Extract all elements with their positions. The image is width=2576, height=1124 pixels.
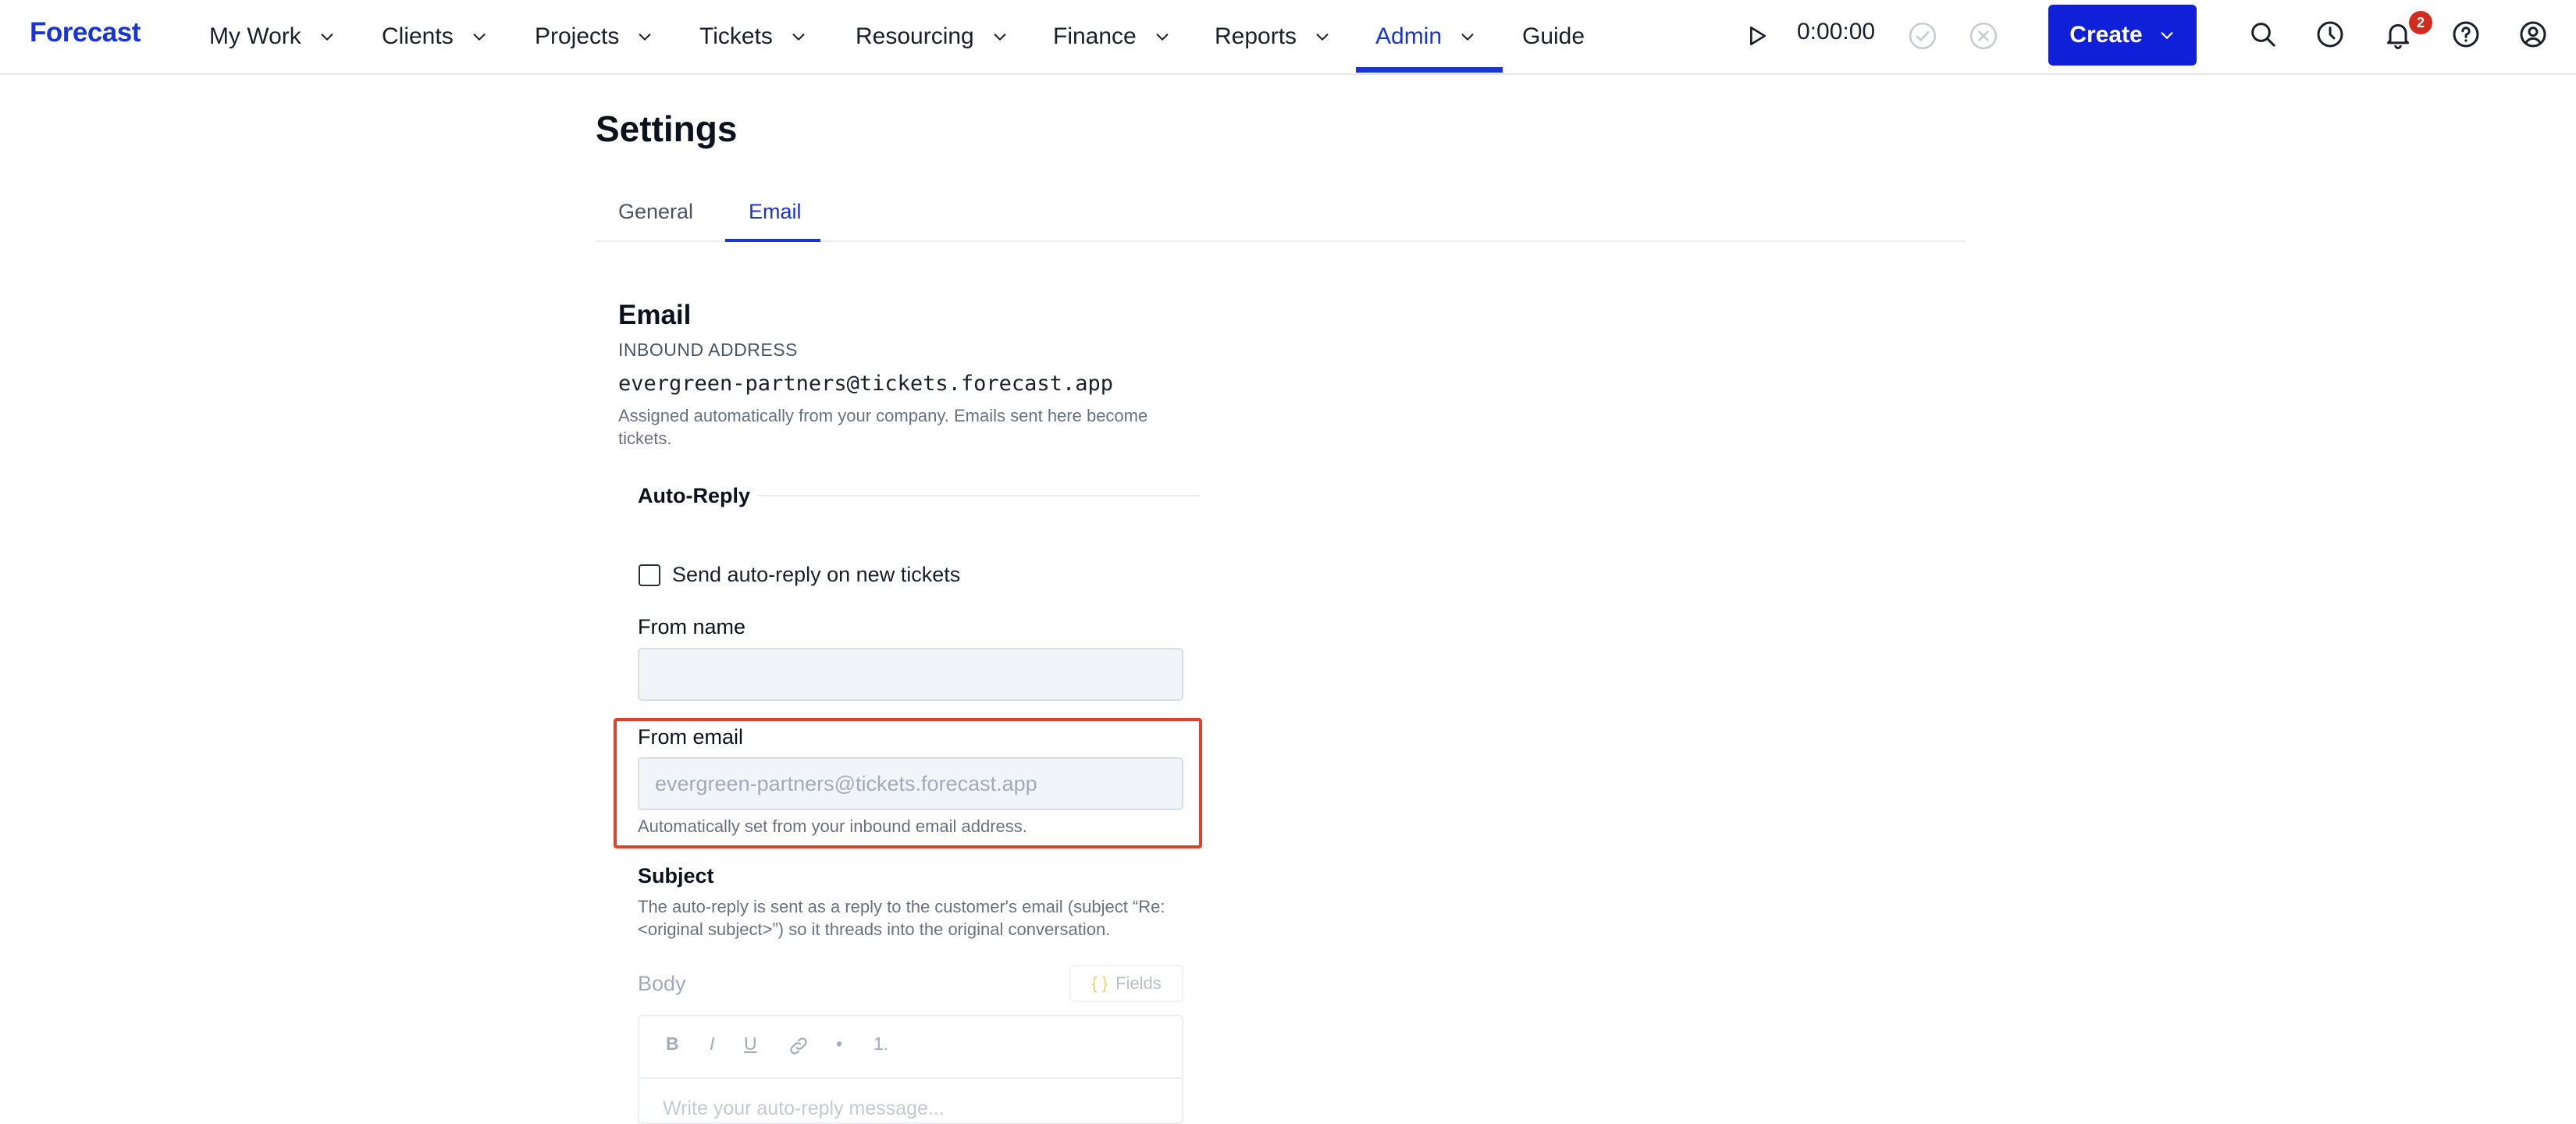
braces-icon: { } bbox=[1091, 973, 1108, 993]
chevron-down-icon bbox=[2161, 32, 2173, 39]
bold-button[interactable]: B bbox=[666, 1033, 679, 1055]
from-email-label: From email bbox=[638, 725, 744, 749]
nav-item-label: Reports bbox=[1215, 23, 1297, 49]
bullet-list-button[interactable]: • bbox=[836, 1033, 842, 1055]
italic-button[interactable]: I bbox=[710, 1033, 714, 1055]
forecast-logo[interactable]: Forecast bbox=[30, 17, 141, 48]
email-section-title: Email bbox=[618, 300, 692, 330]
chevron-down-icon bbox=[792, 34, 805, 41]
timer-display: 0:00:00 bbox=[1797, 19, 1876, 44]
editor-toolbar: B I U • 1. bbox=[639, 1016, 1182, 1079]
tab-email[interactable]: Email bbox=[749, 200, 802, 224]
nav-item-label: Admin bbox=[1375, 23, 1443, 49]
insert-fields-button[interactable]: { } Fields bbox=[1069, 965, 1183, 1002]
auto-reply-divider bbox=[757, 495, 1200, 496]
nav-item-clients[interactable]: Clients bbox=[382, 0, 488, 73]
chevron-down-icon bbox=[1461, 34, 1474, 41]
chevron-down-icon bbox=[473, 34, 486, 41]
chevron-down-icon bbox=[1156, 34, 1169, 41]
body-editor[interactable]: B I U • 1. Write your auto-reply message… bbox=[638, 1015, 1183, 1124]
user-account-icon[interactable] bbox=[2517, 19, 2549, 50]
send-auto-reply-checkbox[interactable] bbox=[639, 564, 660, 586]
fields-button-label: Fields bbox=[1115, 973, 1162, 993]
active-nav-indicator bbox=[1356, 67, 1503, 73]
from-name-label: From name bbox=[638, 615, 746, 638]
nav-item-finance[interactable]: Finance bbox=[1053, 0, 1171, 73]
inbound-address-label: INBOUND ADDRESS bbox=[618, 340, 798, 360]
from-name-input[interactable] bbox=[638, 648, 1183, 701]
nav-item-resourcing[interactable]: Resourcing bbox=[856, 0, 1009, 73]
notification-count-badge: 2 bbox=[2409, 11, 2432, 34]
nav-item-tickets[interactable]: Tickets bbox=[699, 0, 807, 73]
nav-item-label: Projects bbox=[535, 23, 620, 49]
create-button-label: Create bbox=[2069, 22, 2143, 48]
chevron-down-icon bbox=[1316, 34, 1329, 41]
nav-item-guide[interactable]: Guide bbox=[1522, 0, 1585, 73]
close-circle-icon[interactable] bbox=[1969, 21, 1998, 51]
from-email-help: Automatically set from your inbound emai… bbox=[638, 816, 1027, 836]
link-icon[interactable] bbox=[788, 1035, 809, 1057]
top-navigation-bar: Forecast My Work Clients Projects Ticket… bbox=[0, 0, 2576, 75]
nav-item-my-work[interactable]: My Work bbox=[209, 0, 336, 73]
body-placeholder: Write your auto-reply message... bbox=[663, 1097, 945, 1119]
help-icon[interactable] bbox=[2450, 19, 2482, 50]
auto-reply-heading: Auto-Reply bbox=[638, 484, 750, 507]
nav-item-admin[interactable]: Admin bbox=[1375, 0, 1476, 73]
underline-button[interactable]: U bbox=[744, 1033, 757, 1055]
nav-item-label: Clients bbox=[382, 23, 454, 49]
inbound-address-help: Assigned automatically from your company… bbox=[618, 406, 1148, 448]
nav-item-label: Guide bbox=[1522, 23, 1585, 49]
settings-tabs: General Email bbox=[596, 176, 1966, 242]
inbound-address-value: evergreen-partners@tickets.forecast.app bbox=[618, 372, 1113, 396]
nav-item-label: Finance bbox=[1053, 23, 1137, 49]
chevron-down-icon bbox=[639, 34, 651, 41]
numbered-list-button[interactable]: 1. bbox=[873, 1033, 888, 1055]
nav-item-label: Tickets bbox=[699, 23, 773, 49]
send-auto-reply-label[interactable]: Send auto-reply on new tickets bbox=[672, 563, 960, 587]
from-email-input[interactable] bbox=[638, 757, 1183, 810]
create-button[interactable]: Create bbox=[2048, 5, 2197, 66]
nav-item-label: Resourcing bbox=[856, 23, 974, 49]
check-circle-icon[interactable] bbox=[1908, 21, 1937, 51]
chevron-down-icon bbox=[994, 34, 1006, 41]
play-icon[interactable] bbox=[1744, 23, 1769, 48]
search-icon[interactable] bbox=[2247, 19, 2279, 50]
tab-general[interactable]: General bbox=[618, 200, 693, 224]
clock-icon[interactable] bbox=[2314, 19, 2346, 50]
nav-item-projects[interactable]: Projects bbox=[535, 0, 653, 73]
body-label: Body bbox=[638, 972, 686, 995]
nav-item-reports[interactable]: Reports bbox=[1215, 0, 1331, 73]
nav-item-label: My Work bbox=[209, 23, 301, 49]
chevron-down-icon bbox=[321, 34, 333, 41]
page-title: Settings bbox=[596, 108, 738, 149]
subject-label: Subject bbox=[638, 864, 714, 887]
subject-help: The auto-reply is sent as a reply to the… bbox=[638, 897, 1165, 939]
active-tab-indicator bbox=[725, 239, 820, 242]
